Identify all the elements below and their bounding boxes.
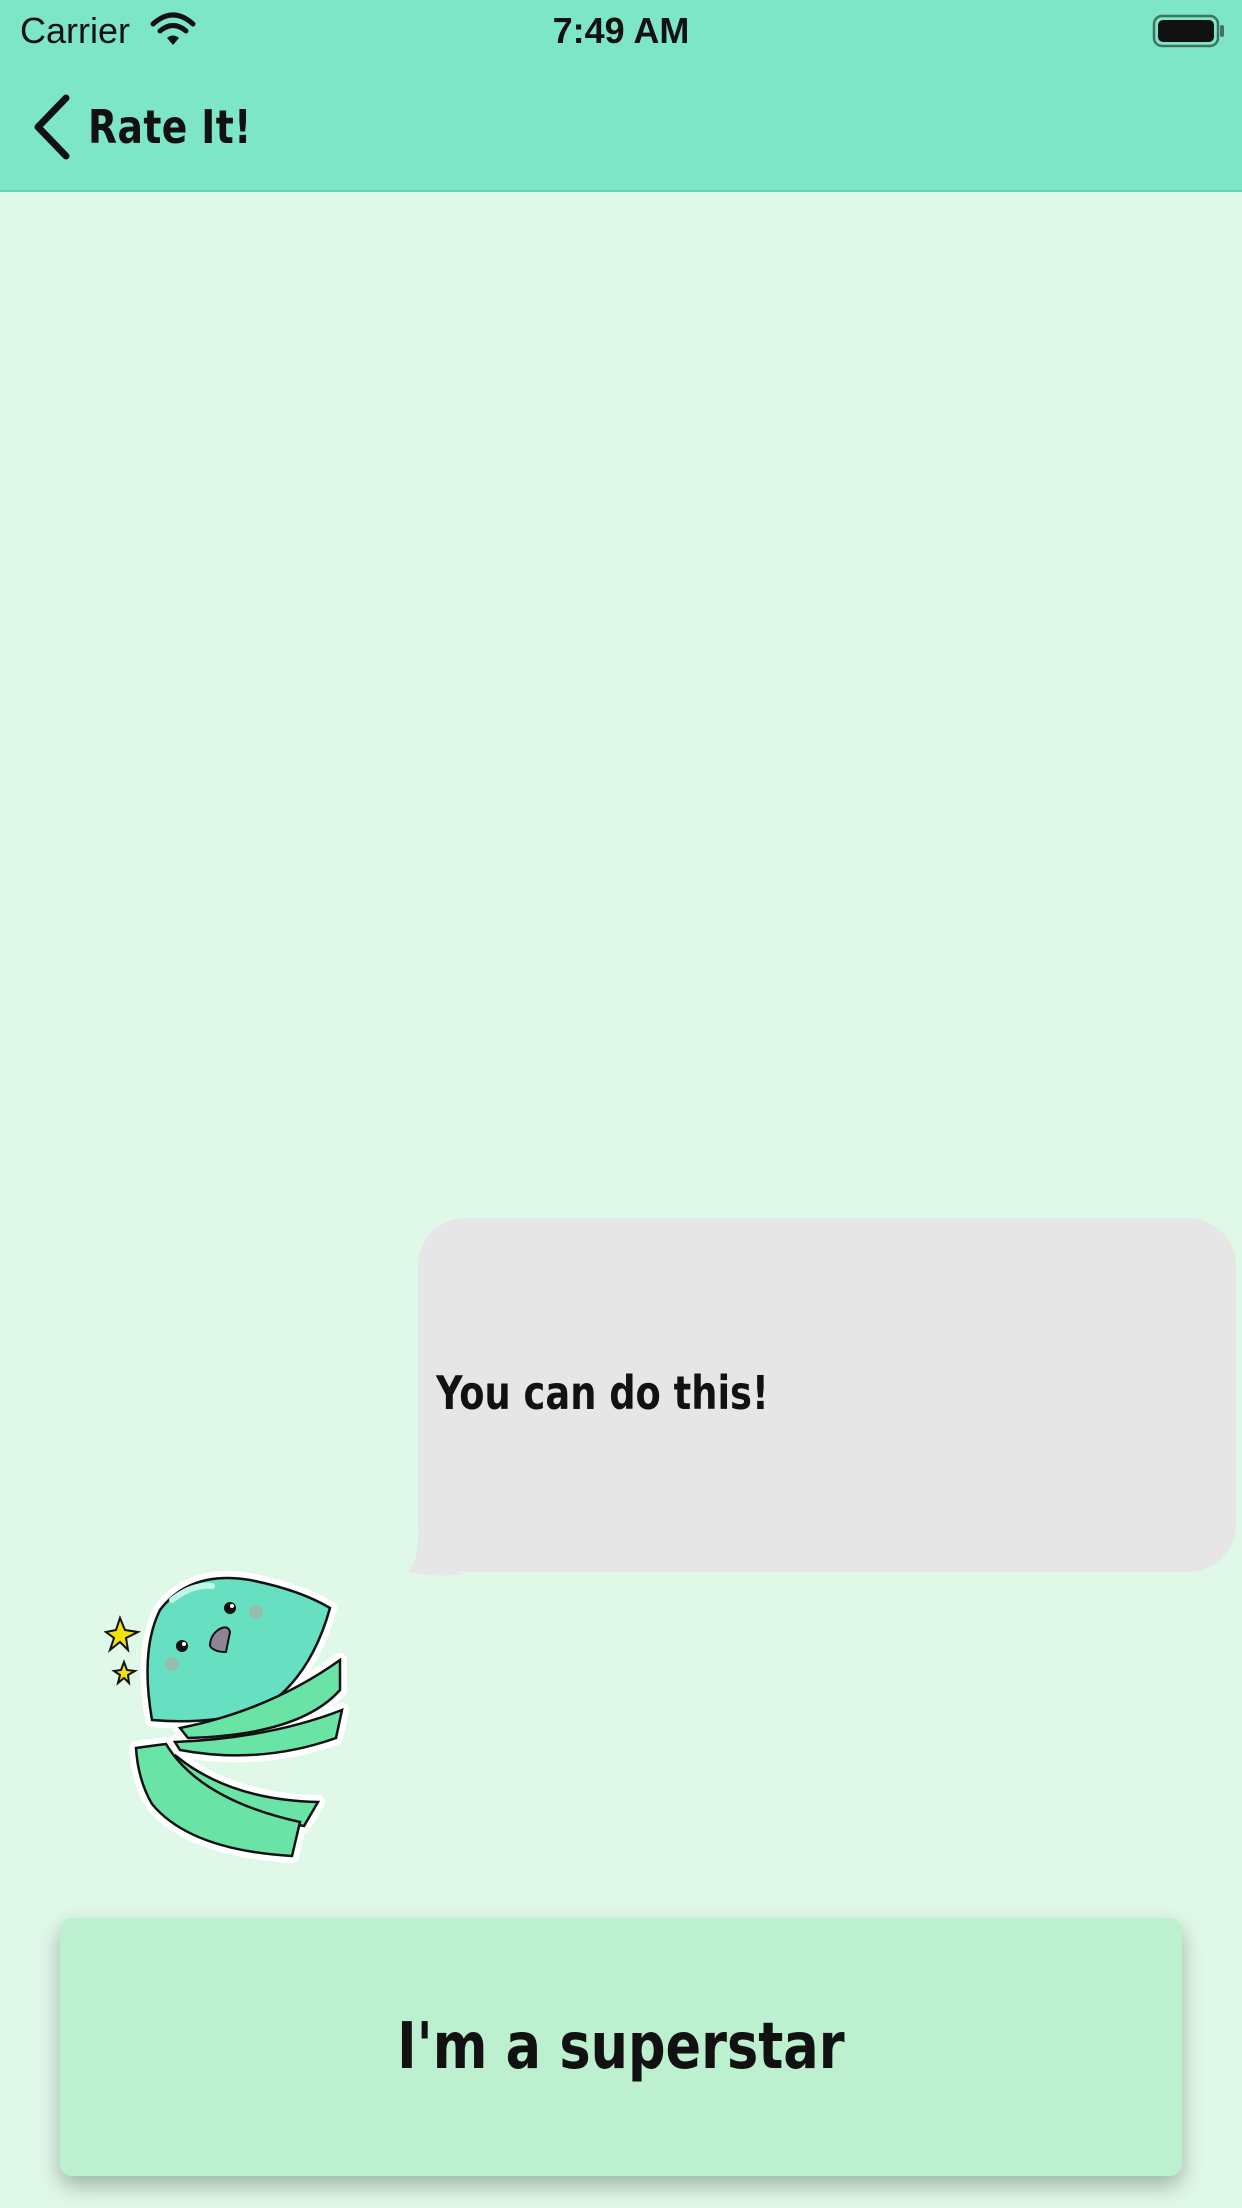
message-text: You can do this! <box>436 1366 769 1420</box>
mascot-character-illustration <box>103 1571 349 1863</box>
navigation-header: Carrier 7:49 AM Rate It! <box>0 0 1242 192</box>
status-bar: Carrier 7:49 AM <box>0 0 1242 60</box>
back-button[interactable]: Rate It! <box>32 92 288 162</box>
bubble-tail <box>408 1520 466 1576</box>
battery-full-icon <box>1152 14 1224 48</box>
clock-time: 7:49 AM <box>552 10 690 51</box>
superstar-button[interactable]: I'm a superstar <box>60 1918 1182 2176</box>
chevron-left-icon <box>34 94 70 160</box>
superstar-button-label: I'm a superstar <box>397 2010 845 2084</box>
nav-title: Rate It! <box>88 100 252 154</box>
